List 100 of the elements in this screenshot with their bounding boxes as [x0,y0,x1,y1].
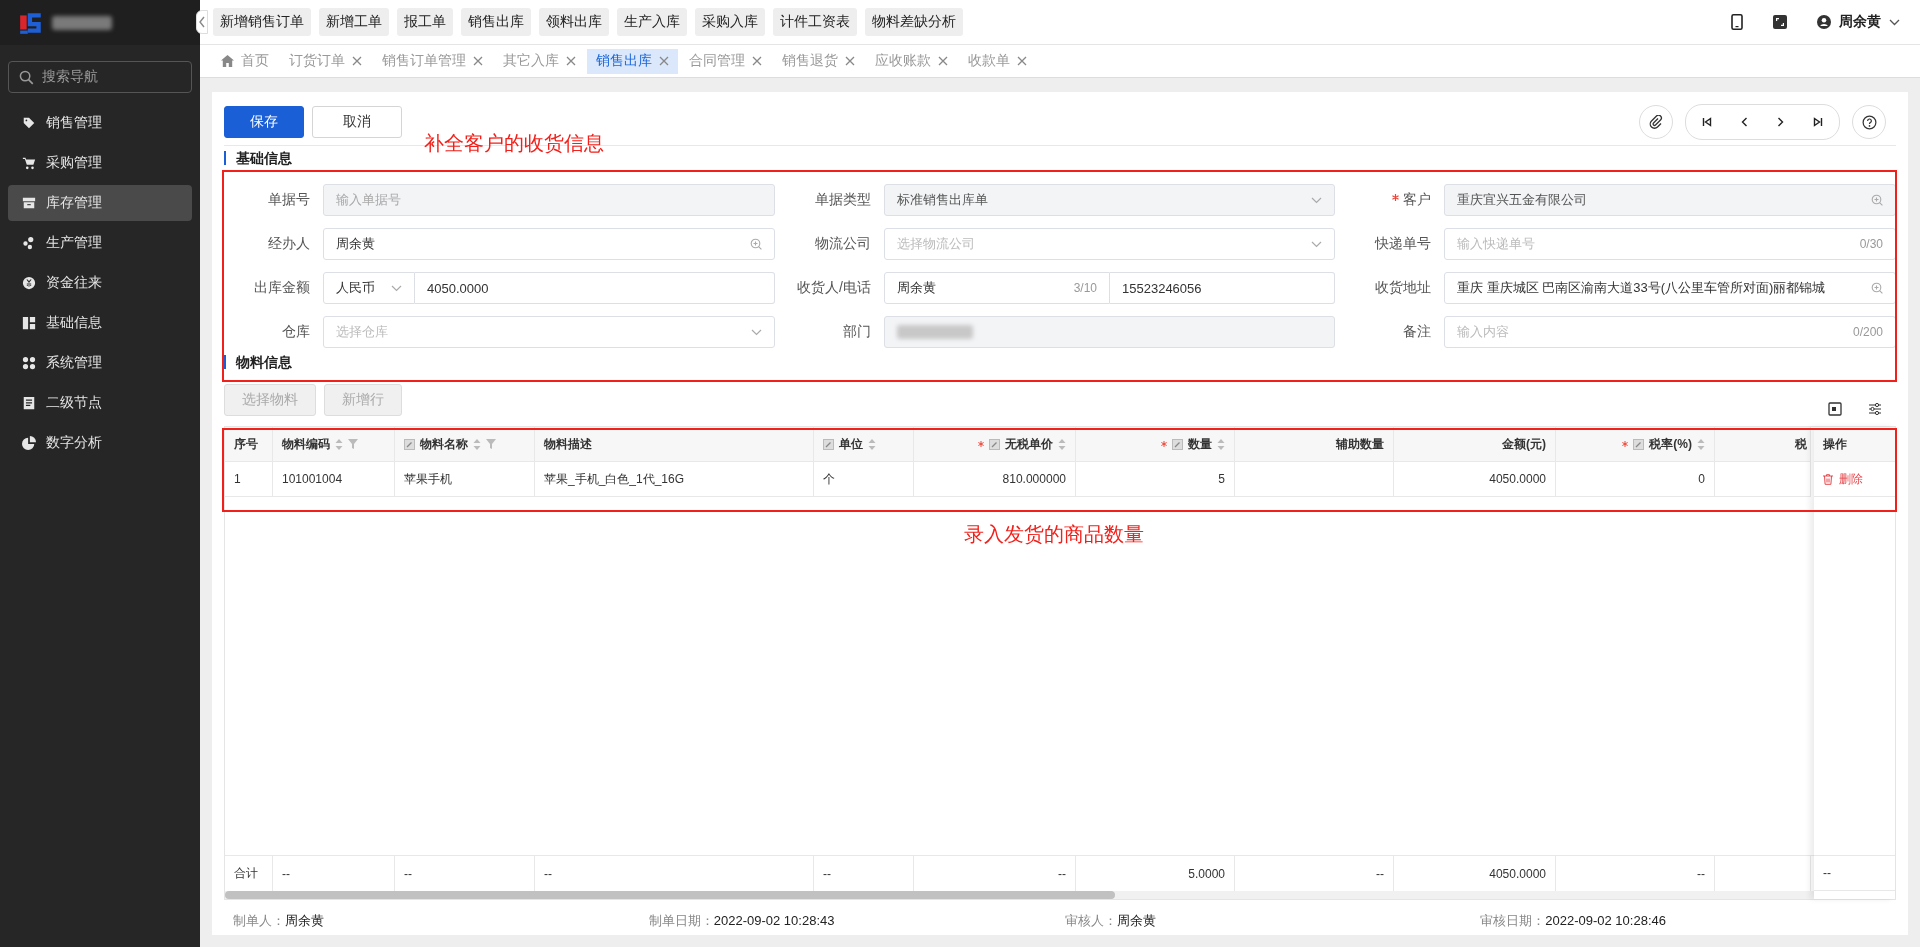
nav-item[interactable]: 数字分析 [8,425,192,461]
currency-select[interactable]: 人民币 [323,272,415,304]
chevron-down-icon [751,328,762,336]
meta-label: 审核人： [1064,913,1117,928]
search-field[interactable]: 搜索导航 [8,61,192,93]
column-header[interactable]: 金额(元) [1394,427,1556,462]
close-icon[interactable] [938,56,948,66]
input-field[interactable]: 周余黄 [323,228,775,260]
action-button[interactable]: 取消 [312,106,402,138]
input-field[interactable]: 重庆 重庆城区 巴南区渝南大道33号(八公里车管所对面)丽都锦城 [1444,272,1896,304]
next-icon[interactable] [1777,117,1784,127]
sort-icon[interactable] [1217,438,1225,450]
close-icon[interactable] [1017,56,1027,66]
action-button[interactable]: 保存 [224,106,304,138]
column-header[interactable]: 税率(%) [1556,427,1715,462]
column-header[interactable]: 物料编码 [273,427,395,462]
settings-icon[interactable] [1868,402,1882,416]
annotation-text: 录入发货的商品数量 [964,522,1144,547]
sort-icon[interactable] [335,438,343,450]
quick-button[interactable]: 采购入库 [695,8,765,36]
help-button[interactable] [1852,105,1886,139]
box-icon [22,196,36,210]
column-header[interactable]: 辅助数量 [1235,427,1394,462]
meta-value: 周余黄 [1116,913,1156,928]
delete-link[interactable]: 删除 [1823,470,1863,488]
nav-item[interactable]: 系统管理 [8,345,192,381]
sort-icon[interactable] [473,438,481,450]
phone-field[interactable]: 15523246056 [1110,272,1335,304]
amount-field[interactable]: 4050.0000 [415,272,775,304]
search-icon [19,69,34,85]
nav-item[interactable]: 采购管理 [8,145,192,181]
nav-item[interactable]: 基础信息 [8,305,192,341]
close-icon[interactable] [659,56,669,66]
first-page-icon[interactable] [1702,117,1712,127]
collapse-button[interactable] [196,10,208,34]
sort-icon[interactable] [1697,438,1705,450]
column-header[interactable]: 物料描述 [535,427,814,462]
last-page-icon[interactable] [1813,117,1823,127]
zoom-icon[interactable] [750,238,762,250]
blurred-patch [52,15,112,30]
close-icon[interactable] [473,56,483,66]
phone-icon[interactable] [1731,14,1743,30]
fullscreen-icon[interactable] [1773,15,1787,29]
cart-icon [22,156,36,170]
field-label: 物流公司 [815,235,871,253]
nav-item[interactable]: 库存管理 [8,185,192,221]
attachment-button[interactable] [1639,105,1673,139]
zoom-icon[interactable] [1871,282,1883,294]
section-title: 物料信息 [224,355,292,369]
column-header[interactable]: 税 [1715,427,1811,462]
char-counter: 0/200 [1852,325,1883,339]
column-header[interactable]: 物料名称 [395,427,535,462]
chevron-down-icon [1889,18,1900,26]
column-header[interactable]: 无税单价 [914,427,1076,462]
quick-button[interactable]: 物料差缺分析 [865,8,963,36]
field-label: 备注 [1403,323,1431,341]
nav-item[interactable]: 二级节点 [8,385,192,421]
meta-value: 2022-09-02 10:28:46 [1545,913,1666,928]
nav-item[interactable]: 生产管理 [8,225,192,261]
logo-icon [18,10,44,35]
column-header[interactable]: 序号 [225,427,273,462]
column-header[interactable]: 数量 [1076,427,1235,462]
close-icon[interactable] [752,56,762,66]
nav-item[interactable]: 销售管理 [8,105,192,141]
table-cell: 5 [1076,462,1235,497]
sort-icon[interactable] [1058,438,1066,450]
table-cell: 0 [1556,462,1715,497]
field-label: 客户 [1392,191,1431,209]
close-icon[interactable] [845,56,855,66]
scrollbar-thumb[interactable] [225,891,1115,899]
nav-item[interactable]: 资金往来 [8,265,192,301]
column-header[interactable]: 单位 [814,427,914,462]
tag-icon [22,116,36,130]
quick-button[interactable]: 生产入库 [617,8,687,36]
filter-icon[interactable] [486,439,496,449]
quick-button[interactable]: 新增销售订单 [213,8,311,36]
meta-value: 2022-09-02 10:28:43 [713,913,835,928]
chevron-left-icon [198,16,206,28]
quick-button[interactable]: 计件工资表 [773,8,857,36]
close-icon[interactable] [352,56,362,66]
quick-button[interactable]: 领料出库 [539,8,609,36]
chevron-down-icon [1311,240,1322,248]
char-counter: 3/10 [1073,281,1097,295]
paperclip-icon [1649,115,1663,129]
column-layout-icon[interactable] [1828,402,1842,416]
quick-button[interactable]: 新增工单 [319,8,389,36]
edit-icon [823,438,834,450]
sort-icon[interactable] [868,438,876,450]
meta-value: 周余黄 [285,913,324,928]
close-icon[interactable] [566,56,576,66]
filter-icon[interactable] [348,439,358,449]
required-icon [978,441,984,447]
receiver-field[interactable]: 周余黄 3/10 [884,272,1110,304]
quick-button[interactable]: 销售出库 [461,8,531,36]
annotation-text: 补全客户的收货信息 [424,131,604,156]
tab[interactable]: 销售出库 [587,48,678,74]
quick-button[interactable]: 报工单 [397,8,453,36]
field-label: 快递单号 [1375,235,1431,253]
previous-icon[interactable] [1741,117,1748,127]
user-menu[interactable]: 周余黄 [1817,13,1900,31]
